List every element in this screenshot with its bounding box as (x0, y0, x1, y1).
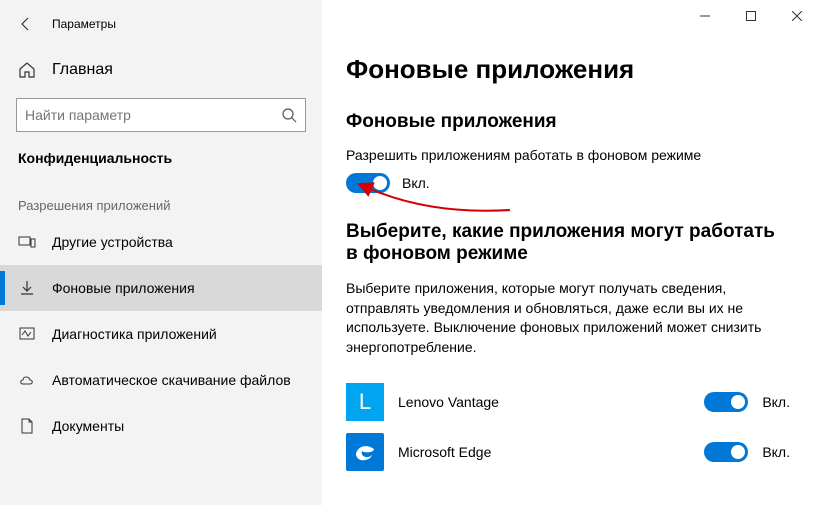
minimize-button[interactable] (682, 0, 728, 32)
nav-label: Документы (52, 418, 124, 434)
app-toggle-label: Вкл. (762, 444, 790, 460)
nav-label: Другие устройства (52, 234, 173, 250)
titlebar: Параметры (0, 0, 322, 48)
sidebar-home[interactable]: Главная (0, 48, 322, 92)
search-input[interactable] (25, 107, 281, 123)
sidebar: Параметры Главная Конфиденциальность Раз… (0, 0, 322, 505)
master-toggle-row: Вкл. (346, 173, 790, 193)
maximize-button[interactable] (728, 0, 774, 32)
app-row-lenovo: L Lenovo Vantage Вкл. (346, 377, 790, 427)
master-toggle[interactable] (346, 173, 390, 193)
diagnostics-icon (18, 325, 36, 343)
sidebar-section-label: Разрешения приложений (0, 174, 322, 219)
app-name: Microsoft Edge (398, 444, 690, 460)
nav-label: Фоновые приложения (52, 280, 195, 296)
sidebar-item-other-devices[interactable]: Другие устройства (0, 219, 322, 265)
arrow-left-icon (18, 16, 34, 32)
devices-icon (18, 233, 36, 251)
download-icon (18, 279, 36, 297)
search-box[interactable] (16, 98, 306, 132)
sidebar-item-diagnostics[interactable]: Диагностика приложений (0, 311, 322, 357)
content-area: Фоновые приложения Фоновые приложения Ра… (322, 0, 820, 505)
minimize-icon (700, 11, 710, 21)
search-icon (281, 107, 297, 123)
app-toggle-label: Вкл. (762, 394, 790, 410)
app-toggle-edge[interactable] (704, 442, 748, 462)
app-name: Lenovo Vantage (398, 394, 690, 410)
cloud-icon (18, 371, 36, 389)
app-row-edge: Microsoft Edge Вкл. (346, 427, 790, 477)
section-heading-1: Фоновые приложения (346, 111, 790, 133)
page-heading: Фоновые приложения (346, 54, 790, 85)
master-toggle-label: Вкл. (402, 175, 430, 191)
document-icon (18, 417, 36, 435)
lenovo-icon: L (346, 383, 384, 421)
sidebar-item-background-apps[interactable]: Фоновые приложения (0, 265, 322, 311)
app-toggle-lenovo[interactable] (704, 392, 748, 412)
window-title: Параметры (52, 17, 116, 31)
close-button[interactable] (774, 0, 820, 32)
nav-label: Диагностика приложений (52, 326, 217, 342)
section-heading-2: Выберите, какие приложения могут работат… (346, 221, 776, 265)
sidebar-item-auto-downloads[interactable]: Автоматическое скачивание файлов (0, 357, 322, 403)
sidebar-item-documents[interactable]: Документы (0, 403, 322, 449)
back-button[interactable] (6, 4, 46, 44)
close-icon (792, 11, 802, 21)
nav-label: Автоматическое скачивание файлов (52, 372, 291, 388)
maximize-icon (746, 11, 756, 21)
sidebar-home-label: Главная (52, 61, 113, 79)
allow-description: Разрешить приложениям работать в фоновом… (346, 147, 790, 163)
window-controls (682, 0, 820, 32)
section-body: Выберите приложения, которые могут получ… (346, 279, 766, 357)
edge-icon (346, 433, 384, 471)
sidebar-group-title: Конфиденциальность (0, 132, 322, 174)
home-icon (18, 61, 36, 79)
